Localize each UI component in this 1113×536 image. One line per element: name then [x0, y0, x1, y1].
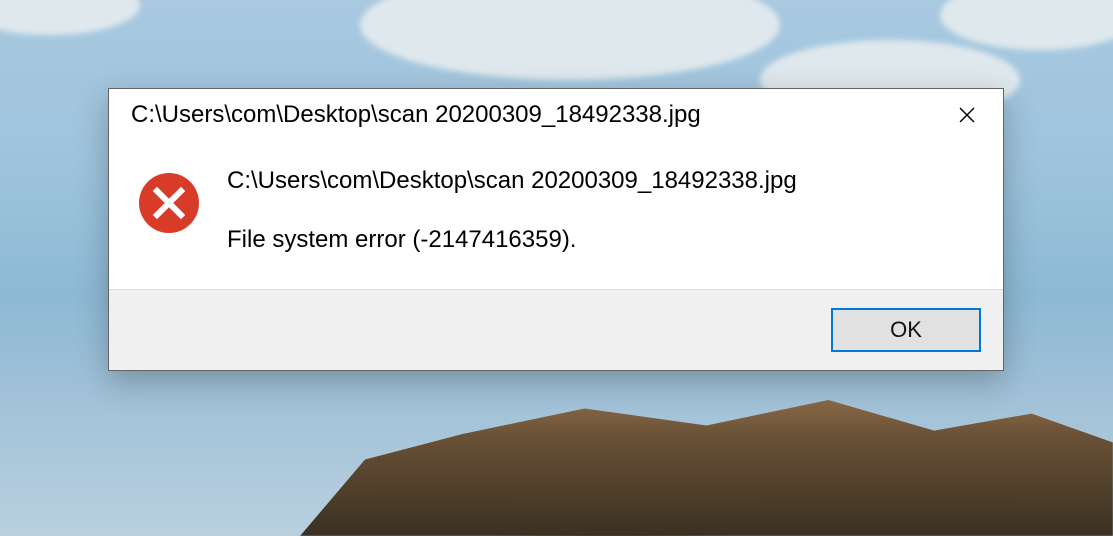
dialog-title: C:\Users\com\Desktop\scan 20200309_18492… — [131, 101, 701, 129]
error-dialog: C:\Users\com\Desktop\scan 20200309_18492… — [108, 88, 1004, 371]
cloud-decor — [940, 0, 1113, 50]
message-path: C:\Users\com\Desktop\scan 20200309_18492… — [227, 167, 797, 196]
dialog-message: C:\Users\com\Desktop\scan 20200309_18492… — [227, 167, 797, 255]
cloud-decor — [0, 0, 140, 35]
close-button[interactable] — [945, 99, 989, 131]
dialog-content: C:\Users\com\Desktop\scan 20200309_18492… — [109, 139, 1003, 289]
ok-button[interactable]: OK — [831, 308, 981, 352]
rock-decor — [300, 366, 1113, 536]
message-error: File system error (-2147416359). — [227, 226, 797, 255]
error-icon — [137, 171, 201, 235]
dialog-footer: OK — [109, 289, 1003, 370]
close-icon — [958, 106, 976, 124]
titlebar: C:\Users\com\Desktop\scan 20200309_18492… — [109, 89, 1003, 139]
cloud-decor — [360, 0, 780, 80]
